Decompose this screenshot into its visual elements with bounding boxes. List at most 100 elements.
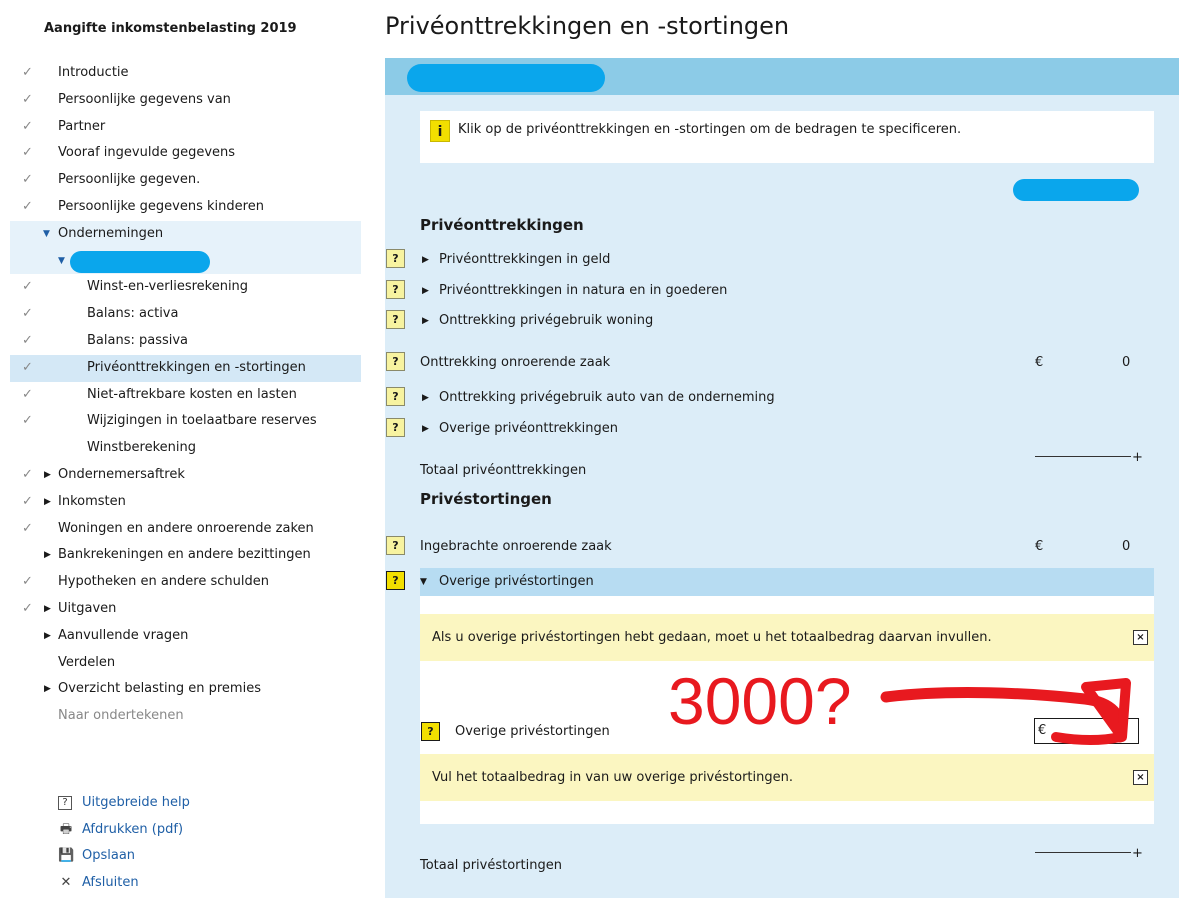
print-pdf-link[interactable]: 🖶 Afdrukken (pdf) xyxy=(58,817,190,844)
help-button[interactable]: ? xyxy=(386,352,405,371)
check-icon: ✓ xyxy=(22,91,33,107)
save-link[interactable]: 💾 Opslaan xyxy=(58,843,190,870)
section-heading-privestortingen: Privéstortingen xyxy=(420,490,552,508)
sidebar-item-naar-ondertekenen: Naar ondertekenen xyxy=(10,703,361,730)
tool-label: Opslaan xyxy=(82,848,136,864)
note-box: Vul het totaalbedrag in van uw overige p… xyxy=(420,754,1154,801)
sidebar-item-label: Persoonlijke gegeven. xyxy=(58,172,201,188)
help-button[interactable]: ? xyxy=(421,722,440,741)
floppy-disk-icon: 💾 xyxy=(58,848,75,864)
caret-right-icon: ▶ xyxy=(422,316,429,326)
sidebar-item-persoonlijke-gegevens-van[interactable]: ✓ Persoonlijke gegevens van xyxy=(10,87,361,114)
sidebar-item-introductie[interactable]: ✓ Introductie xyxy=(10,60,361,87)
help-button[interactable]: ? xyxy=(386,310,405,329)
row-label: Onttrekking privégebruik auto van de ond… xyxy=(439,390,775,405)
sidebar-item-label: Introductie xyxy=(58,65,129,80)
sidebar-item-winst-en-verliesrekening[interactable]: ✓ Winst-en-verliesrekening xyxy=(10,274,361,301)
caret-right-icon: ▶ xyxy=(44,496,51,507)
row-label: Privéonttrekkingen in geld xyxy=(439,252,611,267)
help-button[interactable]: ? xyxy=(386,571,405,590)
sidebar-item-aanvullende-vragen[interactable]: ▶ Aanvullende vragen xyxy=(10,623,361,650)
sidebar-item-label: Naar ondertekenen xyxy=(58,708,184,724)
close-icon: ✕ xyxy=(60,874,72,890)
caret-right-icon: ▶ xyxy=(422,255,429,265)
sidebar-item-label: Balans: passiva xyxy=(87,332,189,348)
row-onttrekking-onroerende-zaak: ? Onttrekking onroerende zaak € 0 xyxy=(385,351,1179,375)
close-link[interactable]: ✕ Afsluiten xyxy=(58,870,190,897)
row-label: Ingebrachte onroerende zaak xyxy=(420,539,612,554)
row-priveonttrekkingen-geld[interactable]: ? ▶ Privéonttrekkingen in geld xyxy=(385,248,1179,272)
check-icon: ✓ xyxy=(22,466,33,482)
caret-right-icon: ▶ xyxy=(44,550,51,561)
sidebar-item-label: Wijzigingen in toelaatbare reserves xyxy=(87,413,317,429)
sidebar-item-label: Balans: activa xyxy=(87,306,179,322)
sidebar-item-winstberekening[interactable]: Winstberekening xyxy=(10,435,361,462)
check-icon: ✓ xyxy=(22,574,33,590)
sidebar-item-bankrekeningen[interactable]: ▶ Bankrekeningen en andere bezittingen xyxy=(10,542,361,569)
sidebar-item-ondernemersaftrek[interactable]: ✓ ▶ Ondernemersaftrek xyxy=(10,462,361,489)
row-onttrekking-auto[interactable]: ? ▶ Onttrekking privégebruik auto van de… xyxy=(385,386,1179,410)
row-label: Privéonttrekkingen in natura en in goede… xyxy=(439,283,728,298)
page-title: Privéonttrekkingen en -stortingen xyxy=(385,12,790,40)
row-label: Onttrekking privégebruik woning xyxy=(439,313,654,328)
sidebar-item-priveonttrekkingen[interactable]: ✓ Privéonttrekkingen en -stortingen xyxy=(10,354,361,382)
sidebar-nav: ✓ Introductie ✓ Persoonlijke gegevens va… xyxy=(10,60,361,730)
sum-line xyxy=(1035,456,1131,457)
caret-down-icon: ▼ xyxy=(58,255,65,266)
row-overige-privestortingen-expanded[interactable]: ▼ Overige privéstortingen xyxy=(420,568,1154,596)
close-note-button[interactable]: × xyxy=(1133,630,1148,645)
sidebar-item-ondernemingen[interactable]: ▼ Ondernemingen xyxy=(10,220,361,248)
sidebar-item-overzicht[interactable]: ▶ Overzicht belasting en premies xyxy=(10,676,361,703)
row-totaal-priveonttrekkingen: Totaal privéonttrekkingen xyxy=(385,459,1179,483)
sidebar-item-vooraf-ingevulde-gegevens[interactable]: ✓ Vooraf ingevulde gegevens xyxy=(10,140,361,167)
sidebar-item-woningen[interactable]: ✓ Woningen en andere onroerende zaken xyxy=(10,516,361,543)
sidebar-item-persoonlijke-gegevens[interactable]: ✓ Persoonlijke gegeven. xyxy=(10,167,361,194)
field-label: Overige privéstortingen xyxy=(455,724,610,739)
help-button[interactable]: ? xyxy=(386,536,405,555)
row-label: Overige privéonttrekkingen xyxy=(439,421,619,436)
sidebar-item-persoonlijke-gegevens-kinderen[interactable]: ✓ Persoonlijke gegevens kinderen xyxy=(10,194,361,221)
amount-value: 0 xyxy=(1122,539,1131,554)
check-icon: ✓ xyxy=(22,172,33,188)
check-icon: ✓ xyxy=(22,413,33,429)
annotation-text: 3000? xyxy=(668,664,852,738)
currency-symbol: € xyxy=(1035,355,1044,370)
help-button[interactable]: ? xyxy=(386,249,405,268)
row-onttrekking-woning[interactable]: ? ▶ Onttrekking privégebruik woning xyxy=(385,309,1179,333)
sidebar-item-balans-passiva[interactable]: ✓ Balans: passiva xyxy=(10,328,361,355)
form-panel: i Klik op de privéonttrekkingen en -stor… xyxy=(385,58,1179,898)
help-link[interactable]: ? Uitgebreide help xyxy=(58,790,190,817)
caret-down-icon: ▼ xyxy=(43,228,50,239)
sidebar-item-label: Persoonlijke gegevens kinderen xyxy=(58,198,264,214)
help-button[interactable]: ? xyxy=(386,280,405,299)
help-button[interactable]: ? xyxy=(386,387,405,406)
sidebar-item-hypotheken[interactable]: ✓ Hypotheken en andere schulden xyxy=(10,569,361,596)
caret-right-icon: ▶ xyxy=(44,603,51,614)
sidebar-item-label: Ondernemingen xyxy=(58,225,164,241)
sum-line xyxy=(1035,852,1131,853)
row-priveonttrekkingen-natura[interactable]: ? ▶ Privéonttrekkingen in natura en in g… xyxy=(385,279,1179,303)
sidebar-item-wijzigingen-reserves[interactable]: ✓ Wijzigingen in toelaatbare reserves xyxy=(10,408,361,435)
row-overige-priveonttrekkingen[interactable]: ? ▶ Overige privéonttrekkingen xyxy=(385,417,1179,441)
annotation-arrow xyxy=(880,678,1131,745)
sidebar-item-verdelen[interactable]: Verdelen xyxy=(10,650,361,677)
sidebar: Aangifte inkomstenbelasting 2019 ✓ Intro… xyxy=(0,0,372,913)
sidebar-item-balans-activa[interactable]: ✓ Balans: activa xyxy=(10,301,361,328)
redaction-mark xyxy=(1013,179,1139,201)
sidebar-item-label: Ondernemersaftrek xyxy=(58,466,185,482)
help-button[interactable]: ? xyxy=(386,418,405,437)
total-label: Totaal privéstortingen xyxy=(420,858,562,873)
check-icon: ✓ xyxy=(22,198,33,214)
sidebar-item-uitgaven[interactable]: ✓ ▶ Uitgaven xyxy=(10,596,361,623)
currency-symbol: € xyxy=(1035,539,1044,554)
sidebar-item-inkomsten[interactable]: ✓ ▶ Inkomsten xyxy=(10,489,361,516)
sidebar-item-label: Overzicht belasting en premies xyxy=(58,681,261,697)
sidebar-item-niet-aftrekbare-kosten[interactable]: ✓ Niet-aftrekbare kosten en lasten xyxy=(10,382,361,409)
amount-value: 0 xyxy=(1122,355,1131,370)
sidebar-item-label: Bankrekeningen en andere bezittingen xyxy=(58,547,311,563)
note-text: Als u overige privéstortingen hebt gedaa… xyxy=(432,630,992,645)
close-note-button[interactable]: × xyxy=(1133,770,1148,785)
sidebar-item-partner[interactable]: ✓ Partner xyxy=(10,114,361,141)
sidebar-tools: ? Uitgebreide help 🖶 Afdrukken (pdf) 💾 O… xyxy=(58,790,190,896)
row-label: Overige privéstortingen xyxy=(439,574,594,589)
